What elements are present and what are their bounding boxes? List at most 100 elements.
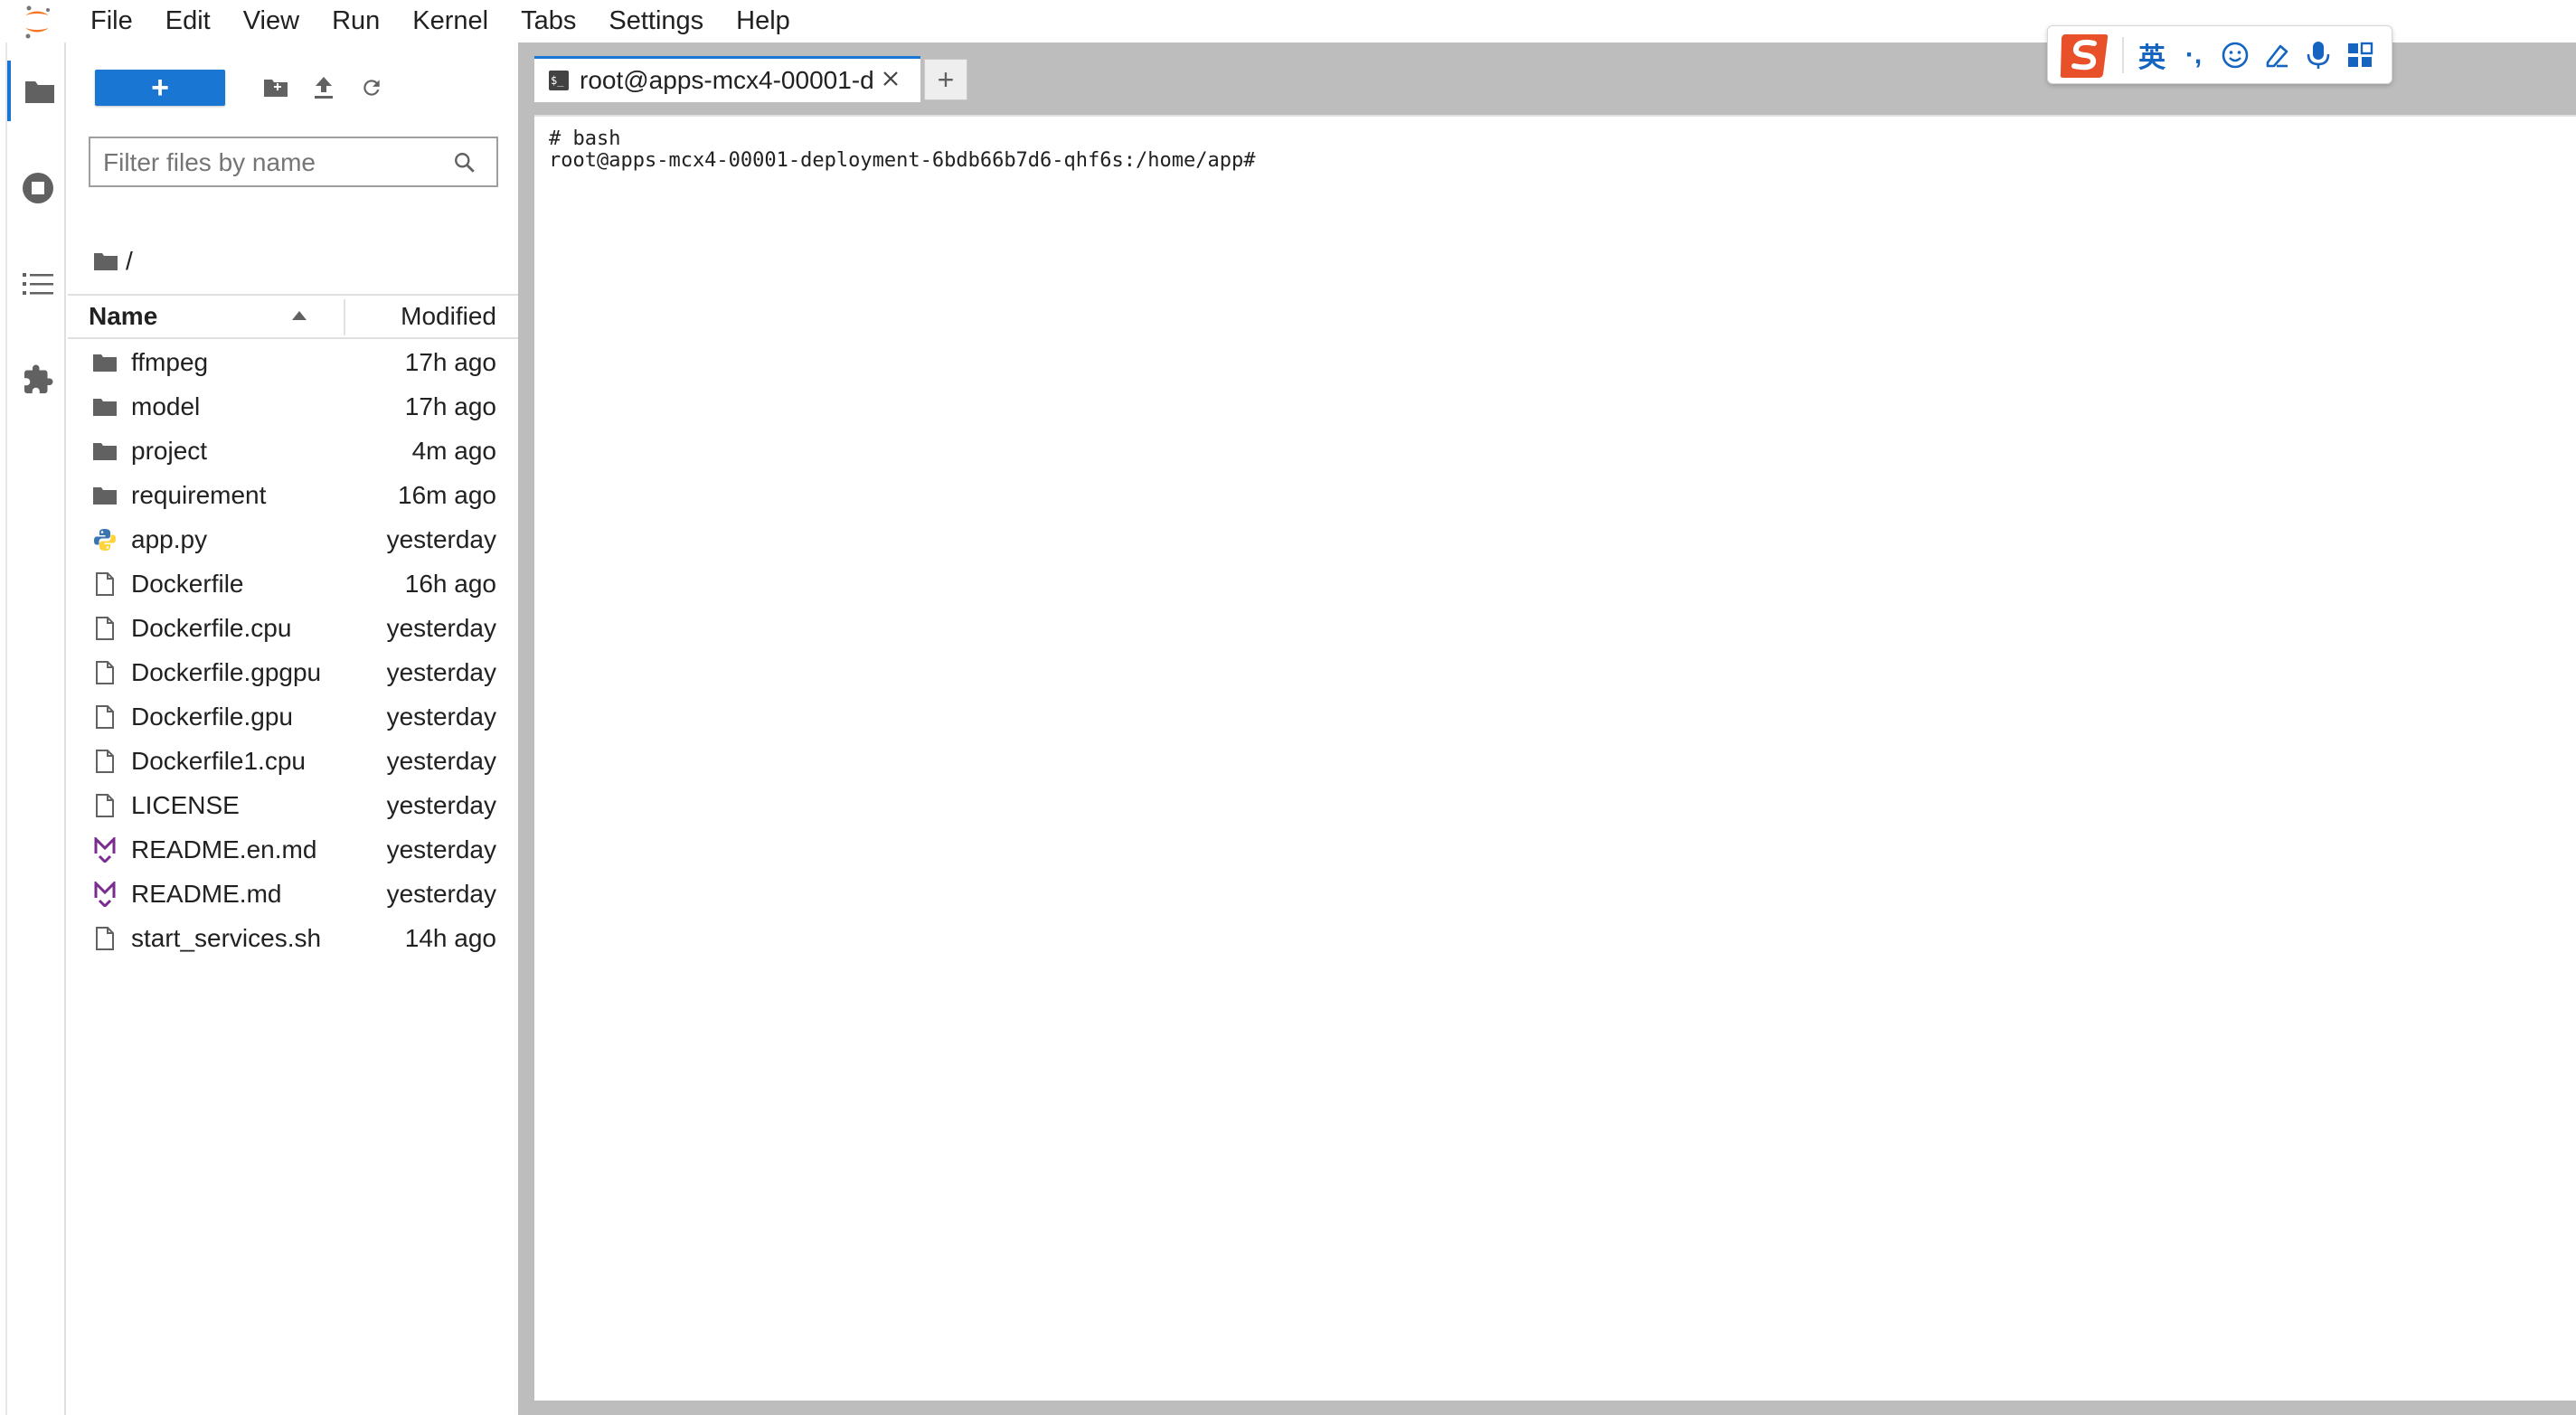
file-listing-header: Name Modified bbox=[68, 294, 518, 339]
markdown-icon bbox=[92, 882, 118, 907]
breadcrumb: / bbox=[93, 243, 133, 279]
file-icon bbox=[92, 660, 118, 685]
list-item[interactable]: README.md yesterday bbox=[68, 872, 518, 916]
menu-tabs[interactable]: Tabs bbox=[505, 0, 592, 42]
list-item[interactable]: requirement 16m ago bbox=[68, 473, 518, 517]
tab-label: root@apps-mcx4-00001-d bbox=[580, 66, 874, 94]
add-tab-button[interactable]: + bbox=[924, 59, 967, 100]
list-item[interactable]: Dockerfile.gpgpu yesterday bbox=[68, 650, 518, 694]
menu-run[interactable]: Run bbox=[316, 0, 396, 42]
handwriting-icon[interactable] bbox=[2256, 33, 2298, 78]
search-icon bbox=[453, 151, 477, 179]
refresh-icon bbox=[363, 80, 380, 96]
file-name: ffmpeg bbox=[131, 348, 209, 376]
file-modified: yesterday bbox=[386, 703, 496, 731]
menu-kernel[interactable]: Kernel bbox=[396, 0, 505, 42]
file-modified: yesterday bbox=[386, 614, 496, 642]
file-icon bbox=[92, 793, 118, 818]
ime-punctuation-toggle[interactable]: ·, bbox=[2173, 33, 2214, 78]
file-browser-toolbar: + bbox=[68, 42, 518, 129]
folder-icon bbox=[92, 394, 118, 420]
sort-ascending-icon[interactable] bbox=[291, 310, 307, 321]
ime-language-toggle[interactable]: 英 bbox=[2131, 33, 2173, 78]
new-folder-button[interactable] bbox=[253, 70, 298, 106]
terminal-line: # bash bbox=[549, 127, 621, 150]
upload-icon bbox=[315, 77, 333, 99]
list-item[interactable]: Dockerfile.cpu yesterday bbox=[68, 606, 518, 650]
file-modified: 17h ago bbox=[404, 348, 496, 376]
file-filter-box bbox=[89, 137, 498, 187]
python-icon bbox=[92, 527, 118, 552]
list-item[interactable]: app.py yesterday bbox=[68, 517, 518, 561]
table-of-contents-tab[interactable] bbox=[7, 253, 68, 314]
file-icon bbox=[92, 749, 118, 774]
menu-file[interactable]: File bbox=[74, 0, 149, 42]
running-sessions-tab[interactable] bbox=[7, 157, 68, 218]
refresh-button[interactable] bbox=[349, 70, 394, 106]
file-modified: yesterday bbox=[386, 747, 496, 775]
column-divider[interactable] bbox=[344, 299, 345, 335]
list-item[interactable]: start_services.sh 14h ago bbox=[68, 916, 518, 960]
list-item[interactable]: Dockerfile 16h ago bbox=[68, 561, 518, 606]
ime-separator bbox=[2122, 36, 2124, 73]
file-list: ffmpeg 17h ago model 17h ago project 4m … bbox=[68, 340, 518, 960]
list-item[interactable]: project 4m ago bbox=[68, 429, 518, 473]
file-name: model bbox=[131, 392, 201, 420]
folder-icon bbox=[92, 439, 118, 464]
sogou-logo-icon[interactable] bbox=[2055, 28, 2115, 82]
file-icon bbox=[92, 616, 118, 641]
home-folder-icon[interactable] bbox=[93, 251, 118, 271]
file-browser-tab[interactable] bbox=[7, 61, 68, 121]
puzzle-icon bbox=[24, 364, 52, 393]
microphone-icon[interactable] bbox=[2298, 33, 2339, 78]
filter-files-input[interactable] bbox=[103, 147, 447, 178]
panel-splitter[interactable] bbox=[518, 42, 534, 1415]
extension-manager-tab[interactable] bbox=[7, 349, 68, 410]
jupyter-logo-icon bbox=[0, 0, 74, 42]
file-name: Dockerfile bbox=[131, 570, 244, 598]
menu-settings[interactable]: Settings bbox=[592, 0, 720, 42]
plus-icon: + bbox=[937, 63, 955, 96]
toolbox-grid-icon[interactable] bbox=[2339, 33, 2381, 78]
file-name: LICENSE bbox=[131, 791, 240, 819]
breadcrumb-root[interactable]: / bbox=[126, 247, 133, 276]
tab-terminal[interactable]: $_ root@apps-mcx4-00001-d bbox=[534, 56, 920, 102]
upload-button[interactable] bbox=[301, 70, 346, 106]
file-modified: 16h ago bbox=[404, 570, 496, 598]
file-name: Dockerfile1.cpu bbox=[131, 747, 306, 775]
list-item[interactable]: Dockerfile1.cpu yesterday bbox=[68, 739, 518, 783]
file-modified: yesterday bbox=[386, 791, 496, 819]
folder-icon bbox=[24, 80, 54, 103]
file-name: Dockerfile.gpu bbox=[131, 703, 293, 731]
folder-icon bbox=[92, 483, 118, 508]
file-browser-panel: + / Name Modified ffmpeg 17h ago bbox=[68, 42, 518, 1415]
file-icon bbox=[92, 704, 118, 730]
list-item[interactable]: ffmpeg 17h ago bbox=[68, 340, 518, 384]
list-item[interactable]: Dockerfile.gpu yesterday bbox=[68, 694, 518, 739]
file-modified: 17h ago bbox=[404, 392, 496, 420]
emoji-icon[interactable] bbox=[2214, 33, 2256, 78]
list-item[interactable]: README.en.md yesterday bbox=[68, 827, 518, 872]
stop-circle-icon bbox=[22, 172, 53, 203]
file-modified: 16m ago bbox=[398, 481, 496, 509]
terminal-panel[interactable]: # bash root@apps-mcx4-00001-deployment-6… bbox=[534, 115, 2576, 1401]
file-name: README.en.md bbox=[131, 835, 317, 863]
menu-view[interactable]: View bbox=[227, 0, 316, 42]
list-item[interactable]: LICENSE yesterday bbox=[68, 783, 518, 827]
menu-help[interactable]: Help bbox=[720, 0, 807, 42]
menu-edit[interactable]: Edit bbox=[149, 0, 227, 42]
modified-column-header[interactable]: Modified bbox=[401, 296, 496, 337]
file-name: start_services.sh bbox=[131, 924, 322, 952]
close-icon[interactable] bbox=[882, 70, 900, 92]
file-name: project bbox=[131, 437, 208, 465]
terminal-prompt: root@apps-mcx4-00001-deployment-6bdb66b7… bbox=[549, 149, 1256, 172]
name-column-header[interactable]: Name bbox=[89, 296, 362, 337]
file-modified: yesterday bbox=[386, 525, 496, 553]
file-modified: yesterday bbox=[386, 658, 496, 686]
file-name: app.py bbox=[131, 525, 208, 553]
left-sidebar bbox=[5, 42, 66, 1415]
new-launcher-button[interactable]: + bbox=[95, 70, 225, 106]
list-item[interactable]: model 17h ago bbox=[68, 384, 518, 429]
ime-toolbar: 英 ·, bbox=[2047, 25, 2392, 84]
file-name: Dockerfile.cpu bbox=[131, 614, 292, 642]
